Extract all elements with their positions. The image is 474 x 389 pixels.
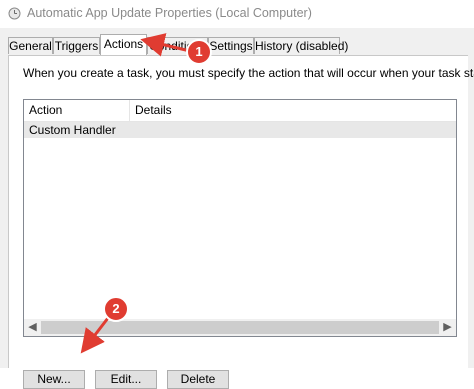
clock-icon — [8, 7, 21, 20]
column-header-action[interactable]: Action — [24, 100, 130, 121]
horizontal-scrollbar[interactable]: ◀ ▶ — [24, 319, 456, 336]
scroll-right-icon[interactable]: ▶ — [439, 319, 456, 336]
tab-strip: General Triggers Actions Conditions Sett… — [8, 34, 468, 56]
title-bar: Automatic App Update Properties (Local C… — [0, 0, 474, 28]
scroll-left-icon[interactable]: ◀ — [24, 319, 41, 336]
edit-button[interactable]: Edit... — [95, 370, 157, 389]
tab-settings[interactable]: Settings — [208, 37, 254, 54]
actions-list[interactable]: Action Details Custom Handler ◀ ▶ — [23, 99, 457, 337]
instructions-text: When you create a task, you must specify… — [23, 66, 474, 80]
scrollbar-thumb[interactable] — [41, 321, 439, 334]
properties-dialog: General Triggers Actions Conditions Sett… — [0, 28, 474, 389]
tab-history[interactable]: History (disabled) — [254, 37, 348, 54]
tab-actions[interactable]: Actions — [100, 34, 147, 55]
column-header-details[interactable]: Details — [130, 100, 330, 121]
window-title: Automatic App Update Properties (Local C… — [27, 6, 312, 20]
delete-button[interactable]: Delete — [167, 370, 229, 389]
callout-badge-2: 2 — [103, 296, 129, 322]
tab-general[interactable]: General — [8, 37, 53, 54]
tab-triggers[interactable]: Triggers — [53, 37, 100, 54]
list-item-action: Custom Handler — [29, 123, 116, 137]
list-header: Action Details — [24, 100, 456, 122]
callout-badge-1: 1 — [186, 39, 212, 65]
new-button[interactable]: New... — [23, 370, 85, 389]
list-item[interactable]: Custom Handler — [24, 122, 456, 138]
actions-panel: When you create a task, you must specify… — [8, 55, 474, 389]
